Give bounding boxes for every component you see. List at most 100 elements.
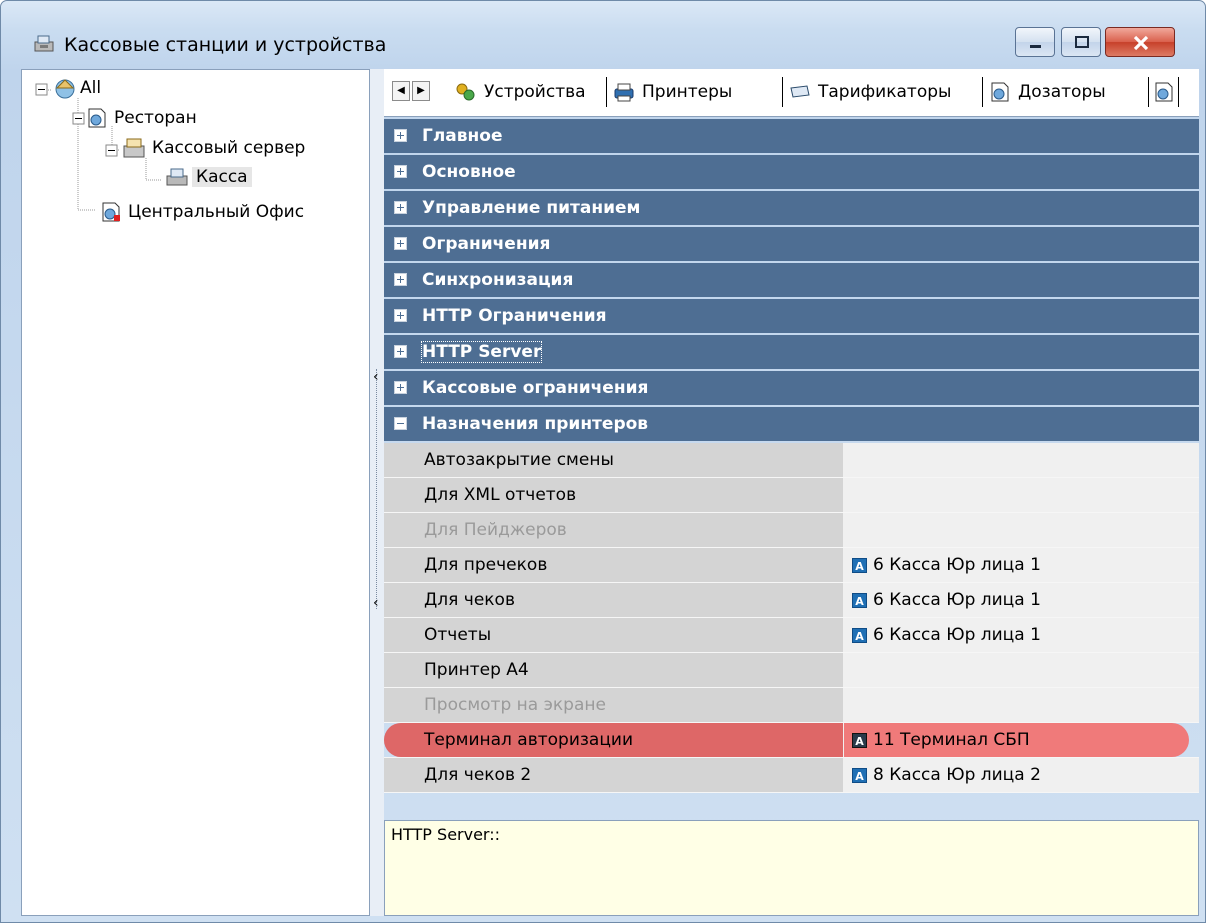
expand-icon[interactable] — [394, 129, 407, 142]
category-http-restrictions[interactable]: HTTP Ограничения — [384, 299, 1199, 333]
expand-icon[interactable] — [394, 381, 407, 394]
property-name: Принтер А4 — [384, 653, 844, 687]
category-http-server[interactable]: HTTP Server — [384, 335, 1199, 369]
expand-icon[interactable] — [394, 309, 407, 322]
category-printer-assignments[interactable]: Назначения принтеров — [384, 407, 1199, 441]
cash-register-icon — [34, 35, 54, 52]
property-row[interactable]: Отчеты A 6 Касса Юр лица 1 — [384, 618, 1199, 653]
tab-separator — [1178, 77, 1179, 107]
property-value[interactable]: A 6 Касса Юр лица 1 — [844, 618, 1199, 652]
device-tabs: ◀ ▶ Устройства Принтеры Тарификаторы Доз… — [384, 69, 1199, 117]
category-restrictions[interactable]: Ограничения — [384, 227, 1199, 261]
tab-label: Дозаторы — [1018, 82, 1106, 102]
property-row[interactable]: Принтер А4 — [384, 653, 1199, 688]
printer-badge-icon: A — [852, 557, 867, 573]
dispenser-icon — [991, 82, 1009, 102]
collapse-toggle-restaurant[interactable] — [72, 112, 85, 125]
property-value[interactable] — [844, 513, 1199, 547]
tab-tariff[interactable]: Тарификаторы — [788, 77, 951, 107]
printer-icon — [614, 83, 634, 102]
property-value-text: 6 Касса Юр лица 1 — [873, 624, 1041, 645]
splitter-grip — [376, 369, 377, 609]
tree-node-all[interactable]: All — [52, 76, 101, 100]
tab-label: Устройства — [484, 82, 586, 102]
property-value-text: 6 Касса Юр лица 1 — [873, 554, 1041, 575]
globe-house-icon — [55, 79, 75, 99]
tree-node-kassa[interactable]: Касса — [164, 166, 252, 188]
property-value[interactable]: A 8 Касса Юр лица 2 — [844, 758, 1199, 792]
office-icon — [102, 202, 120, 222]
collapse-left-icon[interactable]: ‹ — [373, 369, 379, 385]
tab-scroll-right-button[interactable]: ▶ — [412, 81, 430, 101]
property-value[interactable] — [844, 443, 1199, 477]
printer-badge-icon: A — [852, 627, 867, 643]
tab-scroll-left-button[interactable]: ◀ — [392, 81, 410, 101]
tree-node-label: All — [80, 78, 102, 98]
expand-icon[interactable] — [394, 237, 407, 250]
tab-overflow[interactable] — [1152, 77, 1176, 107]
tab-label: Принтеры — [642, 82, 733, 102]
property-value[interactable] — [844, 478, 1199, 512]
tree-node-cash-server[interactable]: Кассовый сервер — [120, 136, 305, 160]
property-value[interactable]: A 6 Касса Юр лица 1 — [844, 583, 1199, 617]
property-value[interactable] — [844, 688, 1199, 722]
property-row-highlighted[interactable]: Терминал авторизации A 11 Терминал СБП — [384, 723, 1199, 758]
property-value[interactable] — [844, 653, 1199, 687]
expand-icon[interactable] — [394, 345, 407, 358]
properties-pane: ◀ ▶ Устройства Принтеры Тарификаторы Доз… — [384, 69, 1199, 916]
tree-node-central-office[interactable]: Центральный Офис — [98, 200, 304, 224]
tab-separator — [1148, 77, 1149, 107]
close-button[interactable] — [1105, 27, 1175, 57]
pane-splitter[interactable]: ‹ ‹ — [370, 69, 384, 916]
tab-separator — [982, 77, 983, 107]
category-label: Синхронизация — [422, 270, 574, 290]
category-label: HTTP Server — [420, 341, 543, 363]
maximize-button[interactable] — [1061, 27, 1101, 57]
cash-register-icon — [166, 168, 188, 186]
property-value[interactable]: A 6 Касса Юр лица 1 — [844, 548, 1199, 582]
window-title: Кассовые станции и устройства — [64, 34, 387, 56]
expand-icon[interactable] — [394, 201, 407, 214]
devices-icon — [456, 83, 475, 101]
dispenser-icon — [1155, 82, 1173, 102]
expand-icon[interactable] — [394, 165, 407, 178]
tab-devices[interactable]: Устройства — [454, 77, 586, 107]
property-row[interactable]: Для Пейджеров — [384, 513, 1199, 548]
property-name: Для Пейджеров — [384, 513, 844, 547]
title-bar[interactable]: Кассовые станции и устройства — [1, 1, 1205, 69]
tree-node-label: Центральный Офис — [128, 202, 305, 222]
server-icon — [123, 138, 145, 158]
minimize-button[interactable] — [1015, 27, 1055, 57]
property-row[interactable]: Просмотр на экране — [384, 688, 1199, 723]
category-power[interactable]: Управление питанием — [384, 191, 1199, 225]
collapse-toggle-server[interactable] — [105, 144, 118, 157]
property-row[interactable]: Для чеков 2 A 8 Касса Юр лица 2 — [384, 758, 1199, 793]
station-tree[interactable]: All Ресторан Кассовый сервер Касса Центр… — [21, 69, 370, 916]
tab-separator — [782, 77, 783, 107]
close-icon — [1133, 35, 1149, 51]
printer-badge-icon: A — [852, 732, 867, 748]
description-panel: HTTP Server:: — [384, 820, 1199, 916]
maximize-icon — [1075, 36, 1089, 48]
category-sync[interactable]: Синхронизация — [384, 263, 1199, 297]
property-row[interactable]: Для пречеков A 6 Касса Юр лица 1 — [384, 548, 1199, 583]
expand-icon[interactable] — [394, 273, 407, 286]
property-name: Автозакрытие смены — [384, 443, 844, 477]
property-row[interactable]: Автозакрытие смены — [384, 443, 1199, 478]
category-basic[interactable]: Основное — [384, 155, 1199, 189]
collapse-toggle-all[interactable] — [35, 83, 48, 96]
category-label: Основное — [422, 162, 516, 182]
tab-printers[interactable]: Принтеры — [612, 77, 732, 107]
collapse-left-icon[interactable]: ‹ — [373, 595, 379, 611]
property-value-text: 8 Касса Юр лица 2 — [873, 764, 1041, 785]
property-row[interactable]: Для чеков A 6 Касса Юр лица 1 — [384, 583, 1199, 618]
collapse-icon[interactable] — [394, 417, 407, 430]
category-label: Главное — [422, 126, 503, 146]
tab-dispensers[interactable]: Дозаторы — [988, 77, 1106, 107]
category-cash-restrictions[interactable]: Кассовые ограничения — [384, 371, 1199, 405]
tree-node-restaurant[interactable]: Ресторан — [84, 106, 197, 130]
category-main[interactable]: Главное — [384, 119, 1199, 153]
property-row[interactable]: Для XML отчетов — [384, 478, 1199, 513]
property-value[interactable]: A 11 Терминал СБП — [844, 723, 1199, 757]
tab-separator — [606, 77, 607, 107]
